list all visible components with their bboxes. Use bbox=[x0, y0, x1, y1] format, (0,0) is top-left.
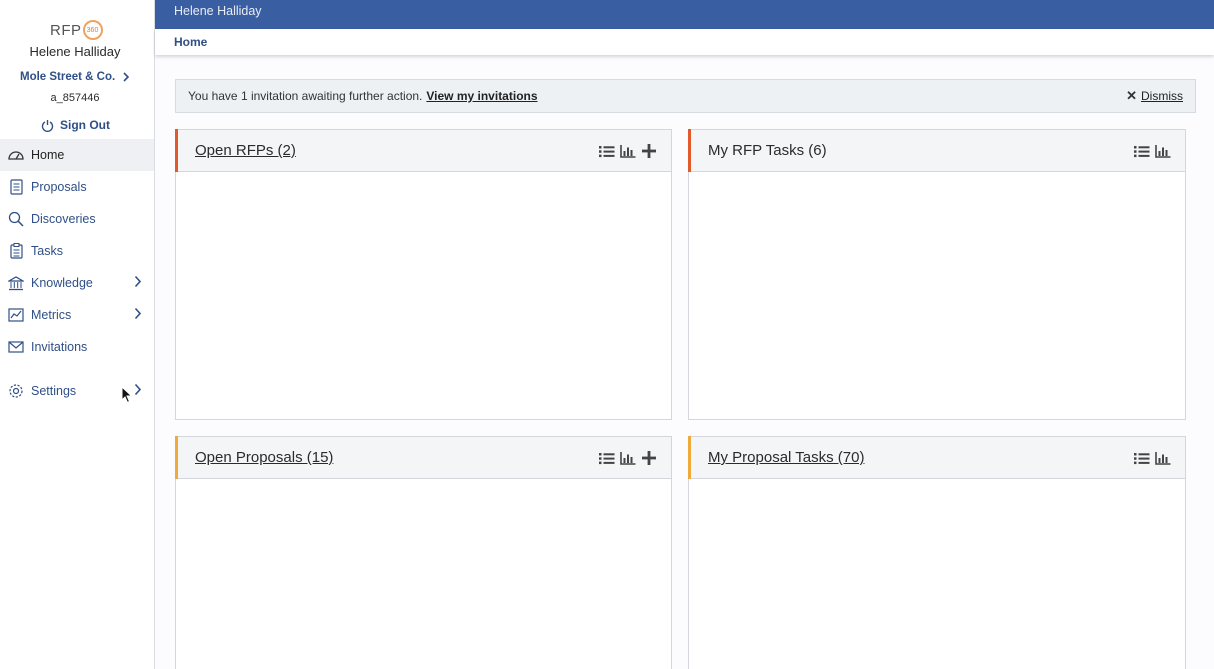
plus-icon[interactable] bbox=[640, 143, 657, 159]
power-icon bbox=[41, 119, 54, 132]
view-invitations-link[interactable]: View my invitations bbox=[426, 89, 537, 103]
bar-chart-icon[interactable] bbox=[619, 450, 636, 466]
line-chart-icon bbox=[8, 307, 24, 323]
plus-icon[interactable] bbox=[640, 450, 657, 466]
sidebar-item-discoveries[interactable]: Discoveries bbox=[0, 203, 154, 235]
chevron-right-icon bbox=[123, 72, 130, 82]
company-switcher[interactable]: Mole Street & Co. bbox=[20, 71, 130, 83]
sidebar-item-label: Metrics bbox=[31, 308, 72, 322]
mouse-cursor-icon bbox=[121, 386, 133, 404]
header-user-name: Helene Halliday bbox=[174, 4, 262, 18]
dismiss-label: Dismiss bbox=[1141, 89, 1183, 103]
breadcrumb: Home bbox=[155, 29, 1214, 55]
sidebar-item-metrics[interactable]: Metrics bbox=[0, 299, 154, 331]
chevron-right-icon bbox=[134, 275, 142, 288]
clipboard-icon bbox=[8, 243, 24, 259]
my-proposal-tasks-panel: My Proposal Tasks (70) bbox=[688, 436, 1186, 669]
list-icon[interactable] bbox=[598, 450, 615, 466]
rfp360-logo[interactable]: RFP 360 bbox=[50, 20, 103, 40]
sidebar-item-label: Invitations bbox=[31, 340, 88, 354]
company-name: Mole Street & Co. bbox=[20, 71, 116, 83]
panel-title-link[interactable]: My Proposal Tasks (70) bbox=[708, 449, 864, 466]
chevron-right-icon bbox=[134, 307, 142, 320]
sidebar-nav: Home Proposals Discoveries Tasks Knowled… bbox=[0, 139, 154, 407]
document-icon bbox=[8, 179, 24, 195]
open-proposals-panel: Open Proposals (15) bbox=[175, 436, 672, 669]
panel-header: Open RFPs (2) bbox=[175, 129, 671, 172]
dashboard-icon bbox=[8, 147, 24, 163]
sidebar-item-tasks[interactable]: Tasks bbox=[0, 235, 154, 267]
sidebar-item-knowledge[interactable]: Knowledge bbox=[0, 267, 154, 299]
invitation-alert: You have 1 invitation awaiting further a… bbox=[175, 79, 1196, 113]
panel-header: Open Proposals (15) bbox=[175, 436, 671, 479]
panel-header: My Proposal Tasks (70) bbox=[688, 436, 1185, 479]
list-icon[interactable] bbox=[598, 143, 615, 159]
envelope-icon bbox=[8, 339, 24, 355]
sidebar-item-label: Proposals bbox=[31, 180, 87, 194]
breadcrumb-home[interactable]: Home bbox=[174, 35, 207, 49]
dismiss-button[interactable]: ✕ Dismiss bbox=[1126, 88, 1183, 104]
sidebar: RFP 360 Helene Halliday Mole Street & Co… bbox=[0, 0, 155, 669]
sidebar-item-invitations[interactable]: Invitations bbox=[0, 331, 154, 363]
panel-tools bbox=[1133, 143, 1171, 159]
search-icon bbox=[8, 211, 24, 227]
sidebar-item-home[interactable]: Home bbox=[0, 139, 154, 171]
bar-chart-icon[interactable] bbox=[1154, 143, 1171, 159]
close-icon: ✕ bbox=[1126, 88, 1137, 103]
logo-text: RFP bbox=[50, 21, 82, 39]
panel-header: My RFP Tasks (6) bbox=[688, 129, 1185, 172]
list-icon[interactable] bbox=[1133, 143, 1150, 159]
my-rfp-tasks-panel: My RFP Tasks (6) bbox=[688, 129, 1186, 420]
gear-icon bbox=[8, 383, 24, 399]
chevron-right-icon bbox=[134, 383, 142, 396]
sidebar-item-proposals[interactable]: Proposals bbox=[0, 171, 154, 203]
alert-message: You have 1 invitation awaiting further a… bbox=[188, 89, 423, 103]
sidebar-item-label: Discoveries bbox=[31, 212, 96, 226]
sidebar-user-name: Helene Halliday bbox=[29, 44, 121, 59]
sidebar-item-label: Knowledge bbox=[31, 276, 93, 290]
list-icon[interactable] bbox=[1133, 450, 1150, 466]
panel-tools bbox=[598, 450, 657, 466]
panel-tools bbox=[598, 143, 657, 159]
logo-badge: 360 bbox=[82, 20, 103, 40]
sidebar-item-label: Home bbox=[31, 148, 65, 162]
bar-chart-icon[interactable] bbox=[1154, 450, 1171, 466]
panel-title-link[interactable]: Open RFPs (2) bbox=[195, 142, 296, 159]
account-id: a_857446 bbox=[50, 92, 100, 104]
bank-icon bbox=[8, 275, 24, 291]
panel-title-link[interactable]: Open Proposals (15) bbox=[195, 449, 333, 466]
bar-chart-icon[interactable] bbox=[619, 143, 636, 159]
panel-title: My RFP Tasks (6) bbox=[708, 142, 827, 159]
top-bar: Helene Halliday bbox=[155, 0, 1214, 29]
sign-out-button[interactable]: Sign Out bbox=[41, 118, 110, 132]
open-rfps-panel: Open RFPs (2) bbox=[175, 129, 672, 420]
sign-out-label: Sign Out bbox=[60, 118, 110, 132]
panel-tools bbox=[1133, 450, 1171, 466]
sidebar-item-label: Settings bbox=[31, 384, 77, 398]
sidebar-item-label: Tasks bbox=[31, 244, 63, 258]
